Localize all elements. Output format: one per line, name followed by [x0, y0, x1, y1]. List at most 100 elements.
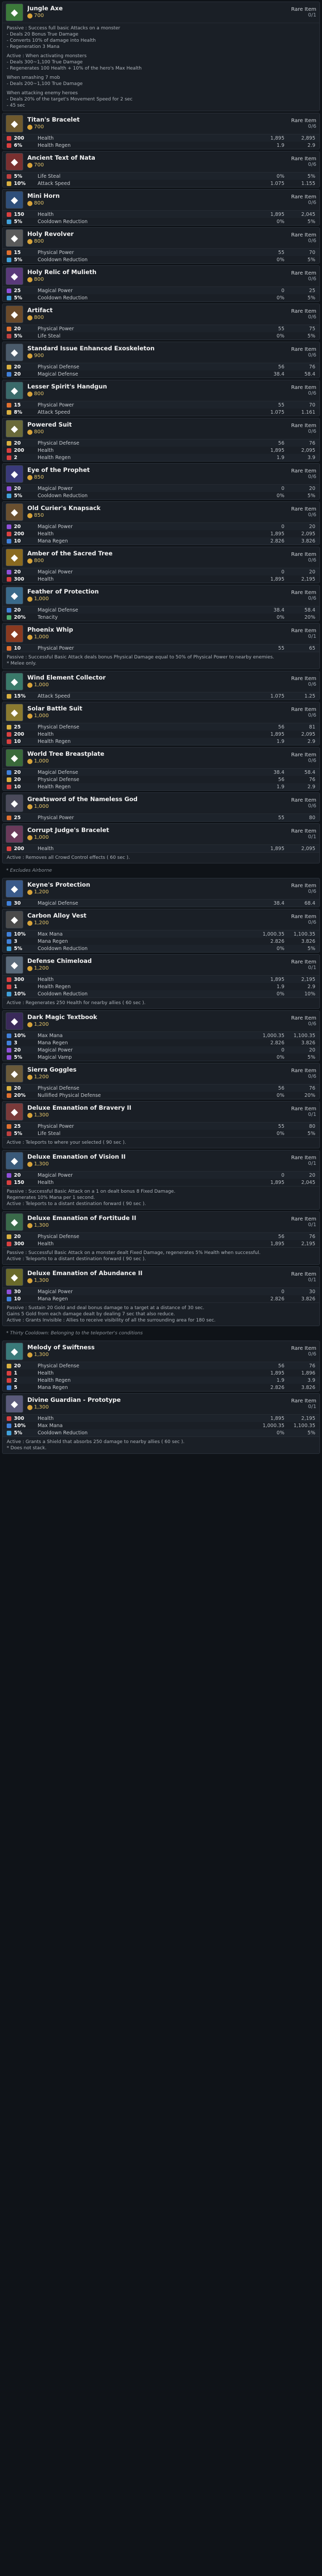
- item-card[interactable]: ◆ Deluxe Emanation of Fortitude II 1,300 Ra…: [2, 1211, 320, 1265]
- stat-base: 0%: [276, 1054, 284, 1060]
- stat-name: Magical Power: [38, 485, 73, 492]
- stat-result: 5%: [307, 295, 315, 301]
- item-card[interactable]: ◆ Old Curier's Knapsack 850 Rare Item 0/6 20 M…: [2, 501, 320, 545]
- item-card[interactable]: ◆ Standard Issue Enhanced Exoskeleton 900 R…: [2, 342, 320, 378]
- stat-icon: [7, 1289, 11, 1294]
- stat-row: 300 Health 1,895 2,195: [3, 976, 319, 983]
- item-card[interactable]: ◆ World Tree Breastplate 1,000 Rare Item 0/6…: [2, 747, 320, 791]
- stat-table: 200 Health 1,895 2,895 6% Health Regen 1.9 2.9: [3, 134, 319, 149]
- item-price-value: 800: [34, 558, 44, 564]
- stat-value: 20: [14, 776, 21, 783]
- stat-base: 1,895: [270, 211, 284, 217]
- item-rarity-block: Rare Item 0/6: [291, 752, 316, 764]
- stat-result: 20: [309, 569, 315, 575]
- item-price: 1,000: [27, 634, 49, 640]
- description-line: - Deals 20% of the target's Movement Spe…: [7, 97, 133, 102]
- description-line: Active : When activating monsters: [7, 54, 87, 59]
- stat-base: 1,000.35: [262, 1032, 284, 1039]
- stat-result: 5%: [307, 1054, 315, 1060]
- item-rarity: Rare Item: [291, 270, 316, 276]
- item-rarity-block: Rare Item 0/6: [291, 118, 316, 129]
- item-title-block: Phoenix Whip 1,000: [27, 626, 287, 641]
- stat-result: 75: [309, 326, 315, 332]
- item-name: Holy Relic of Mulieth: [27, 268, 97, 276]
- stat-row: 25 Magical Power 0 25: [3, 287, 319, 294]
- item-card[interactable]: ◆ Carbon Alloy Vest 1,200 Rare Item 0/6 10% Ma…: [2, 909, 320, 953]
- item-title-block: Solar Battle Suit 1,000: [27, 705, 287, 720]
- item-card[interactable]: ◆ Keyne's Protection 1,200 Rare Item 0/6 30 Ma…: [2, 878, 320, 907]
- item-price-value: 1,200: [34, 1022, 49, 1028]
- item-rarity: Rare Item: [291, 552, 316, 557]
- stat-name: Tenacity: [38, 614, 58, 620]
- stat-name: Health: [38, 1179, 54, 1185]
- item-card[interactable]: ◆ Eye of the Prophet 850 Rare Item 0/6 20 Magi…: [2, 463, 320, 500]
- description-line: Active : Regenerates 250 Health for near…: [7, 1001, 146, 1006]
- item-card[interactable]: ◆ Deluxe Emanation of Bravery II 1,300 Rare…: [2, 1101, 320, 1148]
- item-header: ◆ Phoenix Whip 1,000 Rare Item 0/1: [3, 623, 319, 644]
- stat-icon: [7, 1430, 11, 1435]
- stat-base: 1,895: [270, 1179, 284, 1185]
- item-title-block: Old Curier's Knapsack 850: [27, 504, 287, 520]
- item-card[interactable]: ◆ Mini Horn 800 Rare Item 0/6 150 Health 1,895 2…: [2, 189, 320, 226]
- item-card[interactable]: ◆ Divine Guardian - Prototype 1,300 Rare It…: [2, 1393, 320, 1454]
- item-card[interactable]: ◆ Lesser Spirit's Handgun 800 Rare Item 0/6 1…: [2, 380, 320, 416]
- item-rarity-block: Rare Item 0/6: [291, 676, 316, 687]
- item-card[interactable]: ◆ Titan's Bracelet 700 Rare Item 0/6 200 Healt…: [2, 113, 320, 149]
- item-count: 0/6: [308, 713, 316, 718]
- item-card[interactable]: ◆ Corrupt Judge's Bracelet 1,000 Rare Item 0…: [2, 823, 320, 863]
- stat-name: Magical Defense: [38, 371, 78, 377]
- item-card[interactable]: ◆ Greatsword of the Nameless God 1,000 Rare…: [2, 792, 320, 822]
- item-card[interactable]: ◆ Wind Element Collector 1,000 Rare Item 0/6…: [2, 671, 320, 700]
- stat-result: 2.9: [307, 984, 315, 990]
- stat-value: 10%: [14, 180, 26, 187]
- stat-name: Magical Power: [38, 569, 73, 575]
- item-rarity-block: Rare Item 0/1: [291, 1216, 316, 1228]
- stat-value: 300: [14, 576, 24, 582]
- item-card[interactable]: ◆ Feather of Protection 1,000 Rare Item 0/6 2…: [2, 585, 320, 621]
- stat-icon: [7, 333, 11, 338]
- stat-base: 0: [281, 523, 284, 530]
- item-title-block: Jungle Axe 700: [27, 5, 287, 20]
- gold-coin-icon: [27, 124, 32, 130]
- item-header: ◆ Carbon Alloy Vest 1,200 Rare Item 0/6: [3, 909, 319, 930]
- item-card[interactable]: ◆ Powered Suit 800 Rare Item 0/6 20 Physical D…: [2, 418, 320, 462]
- item-card[interactable]: ◆ Solar Battle Suit 1,000 Rare Item 0/6 25 Phy…: [2, 702, 320, 745]
- gold-coin-icon: [27, 315, 32, 320]
- item-title-block: Deluxe Emanation of Bravery II 1,300: [27, 1104, 287, 1120]
- item-rarity-block: Rare Item 0/6: [291, 707, 316, 718]
- stat-name: Cooldown Reduction: [38, 493, 88, 499]
- item-title-block: Holy Revolver 800: [27, 230, 287, 246]
- stat-row: 20 Physical Defense 56 76: [3, 1362, 319, 1369]
- stat-name: Life Steal: [38, 333, 61, 339]
- stat-icon: [7, 569, 11, 574]
- item-card[interactable]: ◆ Melody of Swiftness 1,300 Rare Item 0/6 20 P…: [2, 1341, 320, 1392]
- item-card[interactable]: ◆ Jungle Axe 700 Rare Item 0/1 Passive : Succ…: [2, 2, 320, 111]
- item-count: 0/6: [308, 429, 316, 434]
- item-rarity-block: Rare Item 0/1: [291, 1106, 316, 1117]
- item-card[interactable]: ◆ Ancient Text of Nata 700 Rare Item 0/6 5% Li…: [2, 151, 320, 188]
- stat-table: 20 Magical Power 0 20 300 Health 1,895 2,195: [3, 568, 319, 583]
- stat-base: 1,895: [270, 135, 284, 141]
- item-card[interactable]: ◆ Holy Relic of Mulieth 800 Rare Item 0/6 25 M…: [2, 265, 320, 302]
- stat-value: 5%: [14, 173, 23, 179]
- stat-icon: [7, 531, 11, 536]
- item-card[interactable]: ◆ Artifact 800 Rare Item 0/6 20 Physical Power…: [2, 303, 320, 340]
- item-card[interactable]: ◆ Deluxe Emanation of Vision II 1,300 Rare …: [2, 1150, 320, 1210]
- stat-result: 1,100.35: [293, 931, 315, 937]
- item-card[interactable]: ◆ Sierra Goggles 1,200 Rare Item 0/6 20 Physic…: [2, 1063, 320, 1099]
- stat-name: Health: [38, 1370, 54, 1376]
- item-header: ◆ Greatsword of the Nameless God 1,000 Rare…: [3, 793, 319, 814]
- stat-row: 20% Tenacity 0% 20%: [3, 614, 319, 621]
- description-line: - Deals 20 Bonus True Damage: [7, 32, 79, 37]
- stat-result: 58.4: [304, 607, 315, 613]
- item-card[interactable]: ◆ Defense Chimeload 1,200 Rare Item 0/1 300 He…: [2, 954, 320, 1009]
- item-card[interactable]: ◆ Dark Magic Textbook 1,200 Rare Item 0/6 10%…: [2, 1010, 320, 1061]
- stat-result: 2,095: [301, 731, 315, 737]
- item-card[interactable]: ◆ Phoenix Whip 1,000 Rare Item 0/1 10 Physical…: [2, 623, 320, 669]
- stat-row: 20 Magical Defense 38.4 58.4: [3, 606, 319, 614]
- item-card[interactable]: ◆ Holy Revolver 800 Rare Item 0/6 15 Physical …: [2, 227, 320, 264]
- stat-name: Health: [38, 1415, 54, 1421]
- item-card[interactable]: ◆ Amber of the Sacred Tree 800 Rare Item 0/6…: [2, 547, 320, 583]
- stat-icon: [7, 724, 11, 730]
- item-card[interactable]: ◆ Deluxe Emanation of Abundance II 1,300 Ra…: [2, 1266, 320, 1326]
